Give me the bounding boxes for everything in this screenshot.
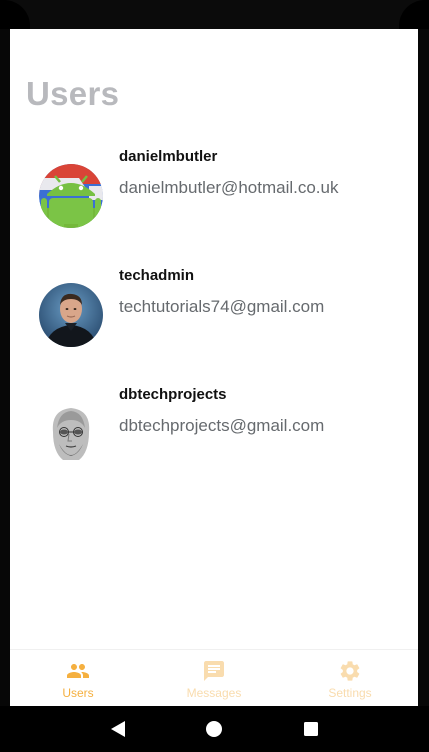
username: dbtechprojects [119,386,227,403]
nav-label-messages: Messages [186,685,242,700]
nav-item-users[interactable]: Users [10,650,146,706]
list-item[interactable]: danielmbutler danielmbutler@hotmail.co.u… [10,141,418,260]
home-icon [206,721,223,737]
people-icon [67,663,89,678]
list-item[interactable]: dbtechprojects dbtechprojects@gmail.com [10,379,418,498]
back-button[interactable] [106,717,130,741]
bottom-navigation: Users Messages Settings [10,649,418,706]
username: techadmin [119,267,195,284]
user-email: techtutorials74@gmail.com [119,297,325,316]
grayscale-portrait-avatar [39,402,103,466]
app-screen: Users danielmbutler danielmbutler@hotmai… [10,29,418,706]
gear-icon [340,660,360,681]
message-icon [204,660,224,681]
left-bezel [0,29,10,706]
nav-label-users: Users [62,685,94,700]
username: danielmbutler [119,148,218,165]
man-in-black-shirt-avatar [39,283,103,347]
nav-item-settings[interactable]: Settings [282,650,418,706]
nav-item-messages[interactable]: Messages [146,650,282,706]
back-icon [111,721,126,737]
nav-label-settings: Settings [328,685,372,700]
user-email: dbtechprojects@gmail.com [119,416,325,435]
page-title: Users [26,75,120,112]
android-robot-avatar [39,164,103,228]
phone-device: Users danielmbutler danielmbutler@hotmai… [0,0,429,752]
user-email: danielmbutler@hotmail.co.uk [119,178,339,197]
list-item[interactable]: techadmin techtutorials74@gmail.com [10,260,418,379]
user-list: danielmbutler danielmbutler@hotmail.co.u… [10,141,418,498]
system-navigation-bar [0,706,429,752]
right-bezel [418,29,429,706]
recents-icon [303,722,318,736]
top-bezel [0,0,429,32]
recents-button[interactable] [299,717,323,741]
home-button[interactable] [202,717,226,741]
